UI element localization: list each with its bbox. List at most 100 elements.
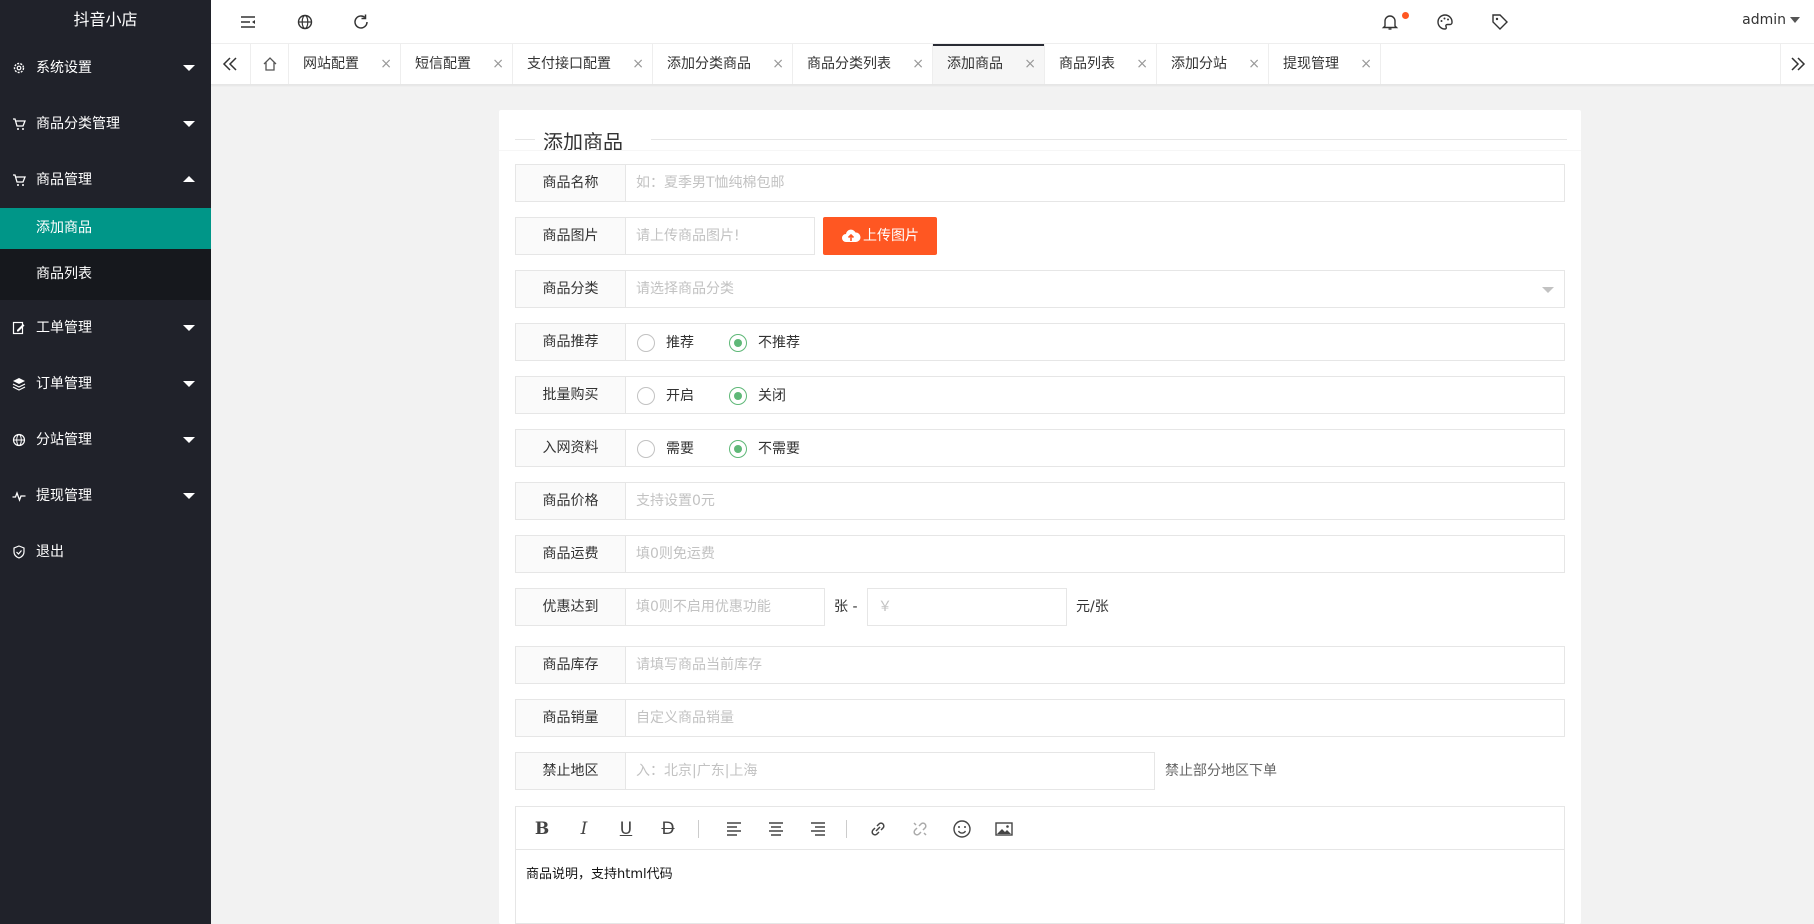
close-icon[interactable]: ×	[1248, 44, 1260, 84]
tab-add-category-product[interactable]: 添加分类商品 ×	[653, 44, 793, 84]
discount-price-input[interactable]: ￥	[867, 588, 1067, 626]
link-icon[interactable]	[866, 817, 890, 841]
tab-home[interactable]	[251, 44, 289, 84]
submenu-product: 添加商品 商品列表	[0, 208, 211, 300]
tab-product-list[interactable]: 商品列表 ×	[1045, 44, 1157, 84]
shipping-input[interactable]: 填0则免运费	[625, 535, 1565, 573]
upload-image-button[interactable]: 上传图片	[823, 217, 937, 255]
close-icon[interactable]: ×	[632, 44, 644, 84]
align-left-icon[interactable]	[722, 817, 746, 841]
align-center-icon[interactable]	[764, 817, 788, 841]
unlink-icon[interactable]	[908, 817, 932, 841]
stock-input[interactable]: 请填写商品当前库存	[625, 646, 1565, 684]
submenu-item-add-product[interactable]: 添加商品	[0, 208, 211, 249]
field-label: 商品推荐	[515, 323, 625, 361]
sidebar-item-label: 退出	[36, 544, 64, 560]
radio-bulk-off[interactable]	[729, 387, 747, 405]
sidebar-item-ticket-management[interactable]: 工单管理	[0, 300, 211, 356]
submenu-item-product-list[interactable]: 商品列表	[0, 249, 211, 300]
close-icon[interactable]: ×	[1360, 44, 1372, 84]
layers-icon	[12, 378, 26, 391]
cloud-upload-icon	[842, 229, 861, 242]
form-row-discount: 优惠达到 填0则不启用优惠功能 张 - ￥ 元/张	[515, 588, 1565, 626]
banned-region-input[interactable]: 入：北京|广东|上海	[625, 752, 1155, 790]
chevron-down-icon	[1542, 287, 1554, 293]
user-menu[interactable]: admin	[1742, 12, 1800, 28]
tab-label: 添加商品	[947, 56, 1003, 72]
price-input[interactable]: 支持设置0元	[625, 482, 1565, 520]
sidebar-item-withdraw-management[interactable]: 提现管理	[0, 468, 211, 524]
form-row-netinfo: 入网资料 需要 不需要	[515, 429, 1565, 467]
tab-add-substation[interactable]: 添加分站 ×	[1157, 44, 1269, 84]
product-name-input[interactable]: 如：夏季男T恤纯棉包邮	[625, 164, 1565, 202]
sidebar-item-product-management[interactable]: 商品管理	[0, 152, 211, 208]
bold-icon[interactable]: B	[530, 817, 554, 841]
field-label: 商品名称	[515, 164, 625, 202]
tab-withdraw-management[interactable]: 提现管理 ×	[1269, 44, 1381, 84]
close-icon[interactable]: ×	[1024, 44, 1036, 84]
form-row-price: 商品价格 支持设置0元	[515, 482, 1565, 520]
form-row-stock: 商品库存 请填写商品当前库存	[515, 646, 1565, 684]
radio-label: 不需要	[758, 441, 800, 457]
close-icon[interactable]: ×	[380, 44, 392, 84]
top-header: admin	[211, 0, 1814, 44]
app-logo[interactable]: 抖音小店	[0, 0, 211, 40]
field-label: 商品分类	[515, 270, 625, 308]
divider	[515, 139, 535, 140]
refresh-icon[interactable]	[351, 12, 371, 32]
tabs-scroll-right-button[interactable]	[1780, 44, 1814, 84]
radio-label: 推荐	[666, 335, 694, 351]
sidebar-item-order-management[interactable]: 订单管理	[0, 356, 211, 412]
double-chevron-right-icon	[1791, 57, 1806, 71]
sales-input[interactable]: 自定义商品销量	[625, 699, 1565, 737]
sidebar-item-substation-management[interactable]: 分站管理	[0, 412, 211, 468]
notification-dot	[1402, 12, 1409, 19]
tab-payment-config[interactable]: 支付接口配置 ×	[513, 44, 653, 84]
radio-recommend[interactable]	[637, 334, 655, 352]
close-icon[interactable]: ×	[912, 44, 924, 84]
sidebar-item-logout[interactable]: 退出	[0, 524, 211, 580]
home-icon	[263, 57, 277, 71]
palette-icon[interactable]	[1435, 12, 1455, 32]
close-icon[interactable]: ×	[492, 44, 504, 84]
underline-icon[interactable]: U	[614, 817, 638, 841]
chevron-down-icon	[1790, 17, 1800, 23]
radio-not-recommend[interactable]	[729, 334, 747, 352]
radio-netinfo-required[interactable]	[637, 440, 655, 458]
editor-toolbar: B I U D	[516, 807, 1564, 850]
menu-toggle-icon[interactable]	[238, 12, 258, 32]
align-right-icon[interactable]	[806, 817, 830, 841]
close-icon[interactable]: ×	[772, 44, 784, 84]
editor-content[interactable]: 商品说明，支持html代码	[526, 863, 673, 882]
strikethrough-icon[interactable]: D	[656, 817, 680, 841]
tag-icon[interactable]	[1490, 12, 1510, 32]
sidebar-item-label: 提现管理	[36, 488, 92, 504]
sidebar-item-label: 商品分类管理	[36, 116, 120, 132]
tab-category-list[interactable]: 商品分类列表 ×	[793, 44, 933, 84]
discount-quantity-input[interactable]: 填0则不启用优惠功能	[625, 588, 825, 626]
sidebar-item-system-settings[interactable]: 系统设置	[0, 40, 211, 96]
tab-sms-config[interactable]: 短信配置 ×	[401, 44, 513, 84]
italic-icon[interactable]: I	[572, 817, 596, 841]
radio-netinfo-not-required[interactable]	[729, 440, 747, 458]
tab-site-config[interactable]: 网站配置 ×	[289, 44, 401, 84]
divider	[499, 150, 1581, 151]
cart-icon	[13, 174, 26, 186]
emoji-icon[interactable]	[950, 817, 974, 841]
radio-bulk-on[interactable]	[637, 387, 655, 405]
close-icon[interactable]: ×	[1136, 44, 1148, 84]
sidebar-item-label: 工单管理	[36, 320, 92, 336]
tab-add-product[interactable]: 添加商品 ×	[933, 44, 1045, 84]
tab-label: 商品分类列表	[807, 56, 891, 72]
product-image-input[interactable]: 请上传商品图片!	[625, 217, 815, 255]
radio-group-recommend: 推荐 不推荐	[625, 323, 1565, 361]
tabs-scroll-left-button[interactable]	[211, 44, 251, 84]
bell-icon[interactable]	[1380, 12, 1400, 32]
category-select[interactable]: 请选择商品分类	[625, 270, 1565, 308]
radio-group-netinfo: 需要 不需要	[625, 429, 1565, 467]
card-header: 添加商品	[515, 118, 1567, 154]
image-icon[interactable]	[992, 817, 1016, 841]
sidebar-item-category-management[interactable]: 商品分类管理	[0, 96, 211, 152]
globe-icon[interactable]	[295, 12, 315, 32]
radio-label: 需要	[666, 441, 694, 457]
